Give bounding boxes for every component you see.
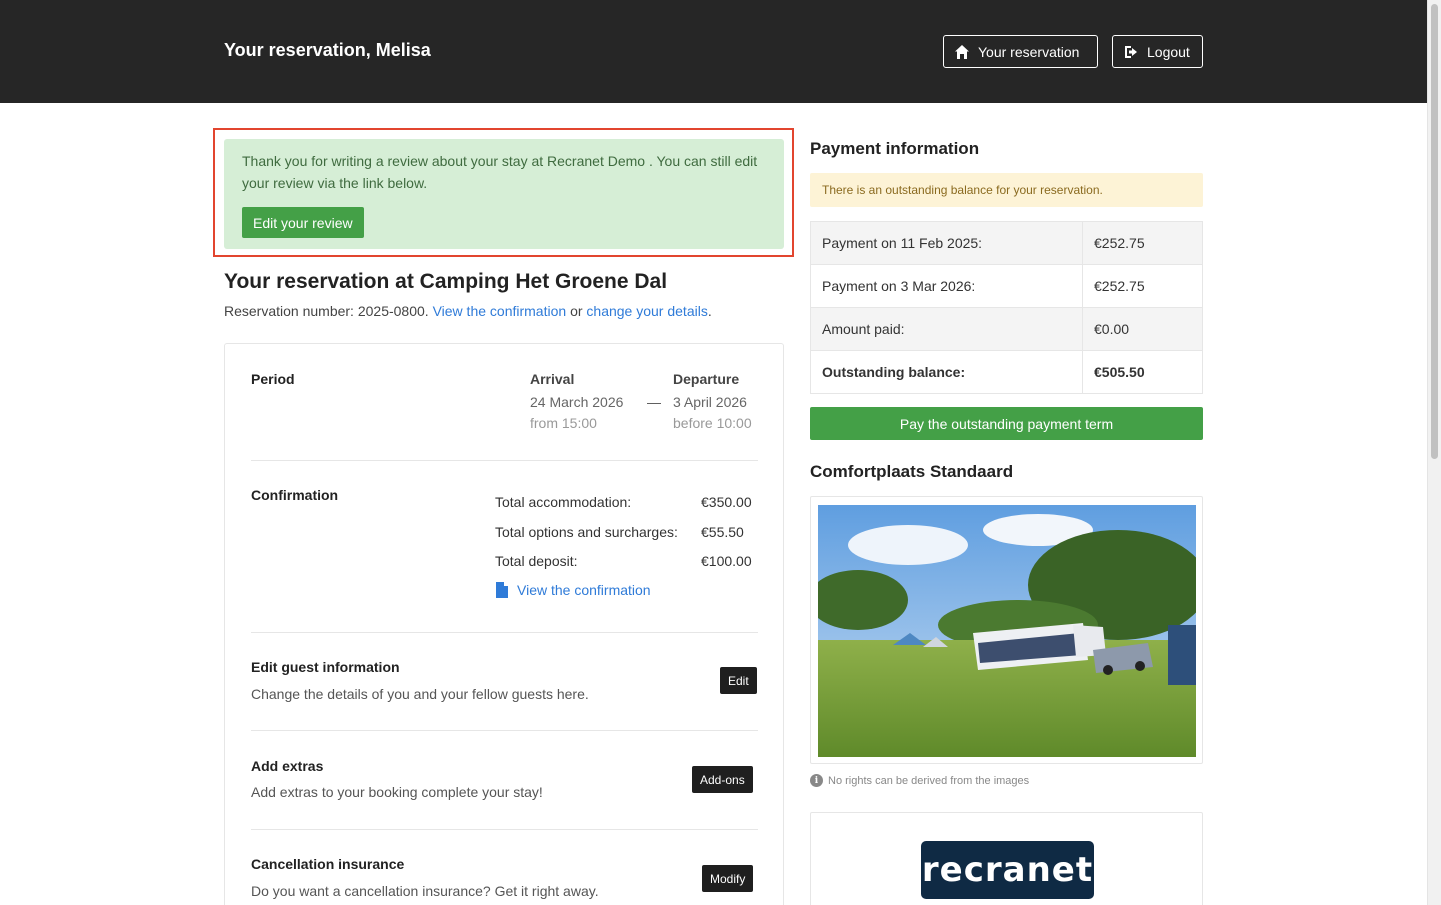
period-separator: —	[647, 394, 661, 410]
top-header: Your reservation, Melisa Your reservatio…	[0, 0, 1427, 103]
page-scrollbar[interactable]	[1427, 0, 1441, 905]
arrival-label: Arrival	[530, 371, 575, 387]
add-extras-desc: Add extras to your booking complete your…	[251, 784, 543, 800]
logout-label: Logout	[1147, 43, 1190, 60]
payment-row-value: €252.75	[1082, 264, 1203, 308]
confirmation-label: Confirmation	[251, 487, 339, 503]
logout-icon	[1125, 45, 1137, 58]
payment-table: Payment on 11 Feb 2025: €252.75 Payment …	[810, 221, 1203, 394]
total-deposit-value: €100.00	[701, 553, 752, 569]
your-reservation-label: Your reservation	[978, 43, 1080, 60]
pay-outstanding-button[interactable]: Pay the outstanding payment term	[810, 407, 1203, 440]
reservation-details-card: Period Arrival 24 March 2026 from 15:00 …	[224, 343, 784, 905]
total-deposit-label: Total deposit:	[495, 553, 578, 569]
departure-time: before 10:00	[673, 415, 752, 431]
cancellation-insurance-label: Cancellation insurance	[251, 856, 405, 872]
recranet-logo: recranet	[921, 841, 1094, 899]
end-dot: .	[707, 303, 712, 319]
reservation-title: Your reservation at Camping Het Groene D…	[224, 270, 668, 293]
reservation-number: Reservation number: 2025-0800.	[224, 303, 429, 319]
payment-title: Payment information	[810, 139, 980, 158]
review-alert: Thank you for writing a review about you…	[224, 139, 784, 249]
departure-label: Departure	[673, 371, 740, 387]
payment-row-label: Payment on 3 Mar 2026:	[810, 264, 1083, 308]
payment-row-value: €252.75	[1082, 221, 1203, 265]
arrival-date: 24 March 2026	[530, 394, 624, 410]
payment-row-label: Amount paid:	[810, 307, 1083, 351]
your-reservation-button[interactable]: Your reservation	[943, 35, 1098, 68]
period-label: Period	[251, 371, 295, 387]
total-accommodation-value: €350.00	[701, 494, 752, 510]
divider	[251, 460, 758, 461]
outstanding-warning: There is an outstanding balance for your…	[810, 173, 1203, 207]
modify-insurance-button[interactable]: Modify	[702, 865, 754, 892]
edit-guest-desc: Change the details of you and your fello…	[251, 686, 589, 702]
payment-row-value: €0.00	[1082, 307, 1203, 351]
table-row: Payment on 3 Mar 2026: €252.75	[810, 264, 1203, 308]
total-options-value: €55.50	[701, 524, 744, 540]
payment-row-label: Payment on 11 Feb 2025:	[810, 221, 1083, 265]
home-icon	[955, 44, 969, 59]
outstanding-balance-value: €505.50	[1082, 350, 1203, 394]
cancellation-insurance-desc: Do you want a cancellation insurance? Ge…	[251, 883, 599, 899]
departure-date: 3 April 2026	[673, 394, 747, 410]
logout-button[interactable]: Logout	[1112, 35, 1203, 68]
accommodation-photo[interactable]	[818, 505, 1196, 757]
table-row: Amount paid: €0.00	[810, 307, 1203, 351]
campsite-image	[818, 505, 1196, 757]
view-confirmation-link[interactable]: View the confirmation	[433, 303, 567, 319]
page-header-title: Your reservation, Melisa	[224, 40, 431, 60]
outstanding-balance-label: Outstanding balance:	[810, 350, 1083, 394]
edit-review-button[interactable]: Edit your review	[242, 207, 364, 238]
info-icon: i	[810, 774, 823, 787]
accommodation-title: Comfortplaats Standaard	[810, 462, 1014, 481]
image-disclaimer-text: No rights can be derived from the images	[828, 774, 1030, 787]
divider	[251, 632, 758, 633]
edit-guest-button[interactable]: Edit	[720, 667, 757, 694]
accommodation-photo-frame	[810, 496, 1203, 764]
arrival-time: from 15:00	[530, 415, 597, 431]
park-logo-box: recranet	[810, 812, 1203, 905]
total-accommodation-label: Total accommodation:	[495, 494, 632, 510]
divider	[251, 829, 758, 830]
view-confirmation-link-card[interactable]: View the confirmation	[495, 582, 651, 598]
view-confirmation-text: View the confirmation	[517, 582, 651, 598]
file-pdf-icon	[496, 582, 508, 598]
or-text: or	[570, 303, 583, 319]
reservation-number-line: Reservation number: 2025-0800. View the …	[224, 303, 712, 319]
table-row: Payment on 11 Feb 2025: €252.75	[810, 221, 1203, 265]
divider	[251, 730, 758, 731]
add-ons-button[interactable]: Add-ons	[692, 766, 753, 793]
total-options-label: Total options and surcharges:	[495, 524, 678, 540]
image-disclaimer: i No rights can be derived from the imag…	[810, 774, 1029, 787]
review-alert-message: Thank you for writing a review about you…	[242, 153, 758, 191]
edit-guest-label: Edit guest information	[251, 659, 400, 675]
scrollbar-thumb[interactable]	[1431, 4, 1438, 459]
table-row: Outstanding balance: €505.50	[810, 350, 1203, 394]
change-details-link[interactable]: change your details	[586, 303, 707, 319]
add-extras-label: Add extras	[251, 758, 324, 774]
